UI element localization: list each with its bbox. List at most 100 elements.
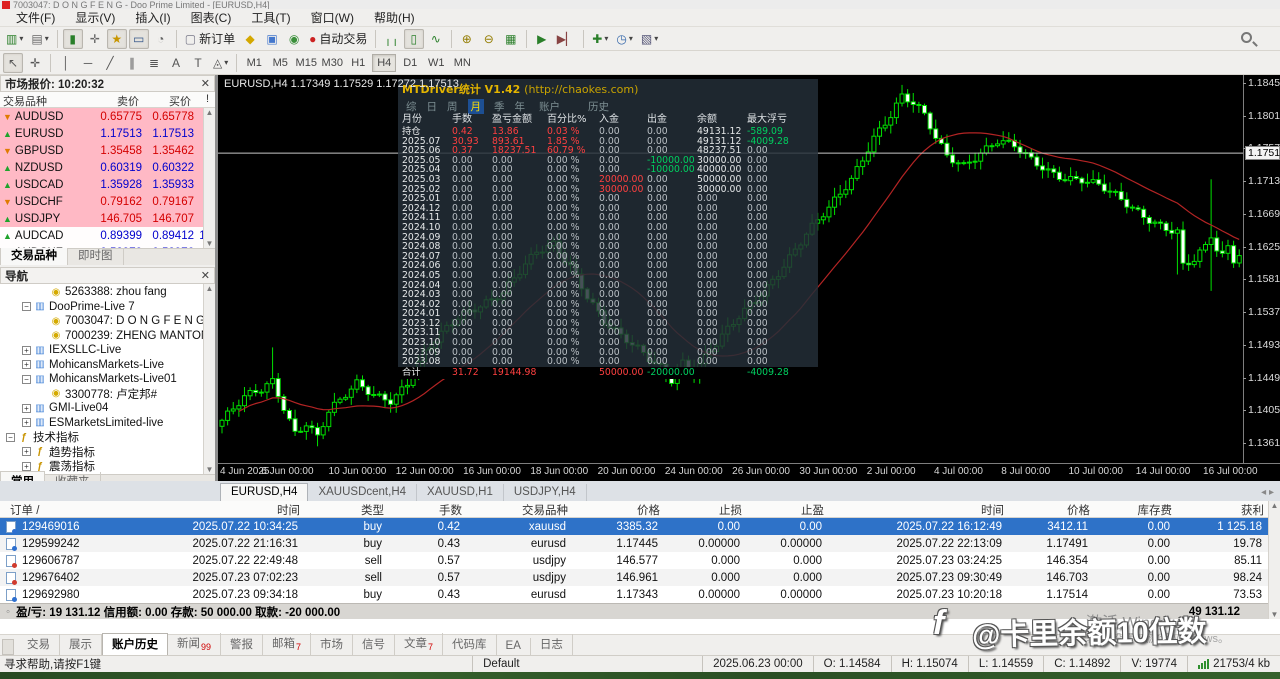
expand-icon[interactable]: + <box>22 360 31 369</box>
horizontal-line-tool[interactable]: ─ <box>78 53 98 73</box>
navigator-item[interactable]: ◉3300778: 卢定邦# <box>0 387 215 402</box>
new-chart-button[interactable]: ▥▾ <box>3 29 26 49</box>
indicators-button[interactable]: ✚▾ <box>589 29 611 49</box>
orders-col-9[interactable]: 价格 <box>1008 501 1094 517</box>
stats-tab-年[interactable]: 年 <box>515 99 526 114</box>
zoom-out-button[interactable]: ⊖ <box>479 29 499 49</box>
timeframe-m5[interactable]: M5 <box>268 54 292 72</box>
chart-tab-scroll-arrows[interactable]: ◂ ▸ <box>1261 487 1274 498</box>
navigator-item[interactable]: ◉5263388: zhou fang <box>0 285 215 300</box>
expand-icon[interactable]: + <box>22 346 31 355</box>
stats-tab-周[interactable]: 周 <box>447 99 458 114</box>
mtdriver-stats-panel[interactable]: MTDriver统计 V1.42 (http://chaokes.com) 综日… <box>398 79 818 373</box>
orders-scrollbar[interactable]: ▲▼ <box>1268 501 1280 619</box>
orders-col-4[interactable]: 交易品种 <box>466 501 572 517</box>
timeframe-mn[interactable]: MN <box>450 54 474 72</box>
chart-window[interactable]: EURUSD,H4 1.17349 1.17529 1.17272 1.1751… <box>218 75 1280 481</box>
mql-community-button[interactable]: ▣ <box>262 29 282 49</box>
orders-col-6[interactable]: 止损 <box>664 501 746 517</box>
market-watch-row-gbpusd[interactable]: ▼GBPUSD1.354581.354624 <box>0 142 215 159</box>
menu-c[interactable]: 图表(C) <box>181 8 242 27</box>
terminal-tab-EA[interactable]: EA <box>497 638 531 655</box>
text-tool[interactable]: A <box>166 53 186 73</box>
navigator-scrollbar[interactable]: ▲▼ <box>203 284 215 474</box>
mw-col-3[interactable]: ! <box>194 92 212 107</box>
timeframe-d1[interactable]: D1 <box>398 54 422 72</box>
navigator-item[interactable]: +▥MohicansMarkets-Live <box>0 358 215 373</box>
stats-tab-日[interactable]: 日 <box>427 99 438 114</box>
crosshair-tool[interactable]: ✛ <box>25 53 45 73</box>
order-row-129692980[interactable]: 1296929802025.07.23 09:34:18buy0.43eurus… <box>0 586 1280 603</box>
line-chart-type-button[interactable]: ∿ <box>426 29 446 49</box>
candlestick-chart-type-button[interactable]: ▯ <box>404 29 424 49</box>
market-watch-scrollbar[interactable]: ▲▼ <box>203 108 215 248</box>
terminal-tab-日志[interactable]: 日志 <box>531 634 573 655</box>
menu-h[interactable]: 帮助(H) <box>364 8 425 27</box>
mw-col-0[interactable]: 交易品种 <box>0 92 86 107</box>
profiles-button[interactable]: ▤▾ <box>28 29 51 49</box>
search-icon[interactable] <box>1241 32 1252 43</box>
stats-tab-综[interactable]: 综 <box>406 99 417 114</box>
orders-col-3[interactable]: 手数 <box>388 501 466 517</box>
text-label-tool[interactable]: T <box>188 53 208 73</box>
navigator-item[interactable]: −▥DooPrime-Live 7 <box>0 300 215 315</box>
auto-scroll-button[interactable]: ▶ <box>532 29 552 49</box>
close-icon[interactable]: ✕ <box>201 77 210 90</box>
terminal-tab-交易[interactable]: 交易 <box>18 634 60 655</box>
orders-col-10[interactable]: 库存费 <box>1094 501 1176 517</box>
stats-tab-历史[interactable]: 历史 <box>588 99 609 114</box>
equidistant-channel-tool[interactable]: ∥ <box>122 53 142 73</box>
autotrading-toggle[interactable]: ●自动交易 <box>306 29 370 49</box>
navigator-item[interactable]: +▥ESMarketsLimited-live <box>0 416 215 431</box>
stats-tab-账户[interactable]: 账户 <box>539 99 560 114</box>
terminal-tab-展示[interactable]: 展示 <box>60 634 102 655</box>
navigator-item[interactable]: +▥IEXSLLC-Live <box>0 343 215 358</box>
chart-tab-usdjpyh4[interactable]: USDJPY,H4 <box>504 484 587 501</box>
orders-col-11[interactable]: 获利 <box>1176 501 1268 517</box>
terminal-tab-文章[interactable]: 文章7 <box>395 633 443 655</box>
navigator-item[interactable]: +ƒ震荡指标 <box>0 459 215 474</box>
terminal-toggle[interactable]: ▭ <box>129 29 149 49</box>
stats-tab-季[interactable]: 季 <box>494 99 505 114</box>
zoom-in-button[interactable]: ⊕ <box>457 29 477 49</box>
vertical-line-tool[interactable]: │ <box>56 53 76 73</box>
market-watch-row-nzdusd[interactable]: ▲NZDUSD0.603190.603223 <box>0 159 215 176</box>
order-row-129599242[interactable]: 1295992422025.07.22 21:16:31buy0.43eurus… <box>0 535 1280 552</box>
order-row-129469016[interactable]: 1294690162025.07.22 10:34:25buy0.42xauus… <box>0 518 1280 535</box>
mw-col-1[interactable]: 卖价 <box>86 92 142 107</box>
timeframe-h4[interactable]: H4 <box>372 54 396 72</box>
timeframe-h1[interactable]: H1 <box>346 54 370 72</box>
navigator-item[interactable]: ◉7003047: D O N G F E N G <box>0 314 215 329</box>
orders-col-5[interactable]: 价格 <box>572 501 664 517</box>
timeframe-w1[interactable]: W1 <box>424 54 448 72</box>
expand-icon[interactable]: + <box>22 404 31 413</box>
timeframe-m30[interactable]: M30 <box>320 54 344 72</box>
price-axis[interactable]: 1.184551.180151.175751.171351.166951.162… <box>1243 75 1280 463</box>
arrows-tool[interactable]: ◬▾ <box>210 53 231 73</box>
terminal-tab-代码库[interactable]: 代码库 <box>443 634 497 655</box>
terminal-tab-信号[interactable]: 信号 <box>353 634 395 655</box>
terminal-tab-市场[interactable]: 市场 <box>311 634 353 655</box>
terminal-tab-新闻[interactable]: 新闻99 <box>168 633 221 655</box>
trendline-tool[interactable]: ╱ <box>100 53 120 73</box>
orders-col-2[interactable]: 类型 <box>304 501 388 517</box>
time-axis[interactable]: 4 Jun 20256 Jun 00:0010 Jun 00:0012 Jun … <box>218 463 1280 481</box>
close-icon[interactable]: ✕ <box>201 269 210 282</box>
navigator-item[interactable]: −ƒ技术指标 <box>0 430 215 445</box>
orders-col-0[interactable]: 订单 / <box>0 501 112 517</box>
market-watch-row-audchf[interactable]: ▲AUDCHF0.529700.529766 <box>0 244 215 248</box>
mw-col-2[interactable]: 买价 <box>142 92 194 107</box>
chart-shift-button[interactable]: ▶▏ <box>554 29 578 49</box>
orders-col-1[interactable]: 时间 <box>112 501 304 517</box>
cursor-tool[interactable]: ↖ <box>3 53 23 73</box>
terminal-tab-警报[interactable]: 警报 <box>221 634 263 655</box>
chart-tab-eurusdh4[interactable]: EURUSD,H4 <box>220 483 308 501</box>
periods-button[interactable]: ◷▾ <box>613 29 636 49</box>
chart-tab-xauusdcenth4[interactable]: XAUUSDcent,H4 <box>308 484 417 501</box>
fibonacci-tool[interactable]: ≣ <box>144 53 164 73</box>
expand-icon[interactable]: + <box>22 462 31 471</box>
navigator-item[interactable]: −▥MohicansMarkets-Live01 <box>0 372 215 387</box>
navigator-item[interactable]: +ƒ趋势指标 <box>0 445 215 460</box>
expand-icon[interactable]: + <box>22 418 31 427</box>
strategy-tester-button[interactable]: ◔ <box>151 29 171 49</box>
